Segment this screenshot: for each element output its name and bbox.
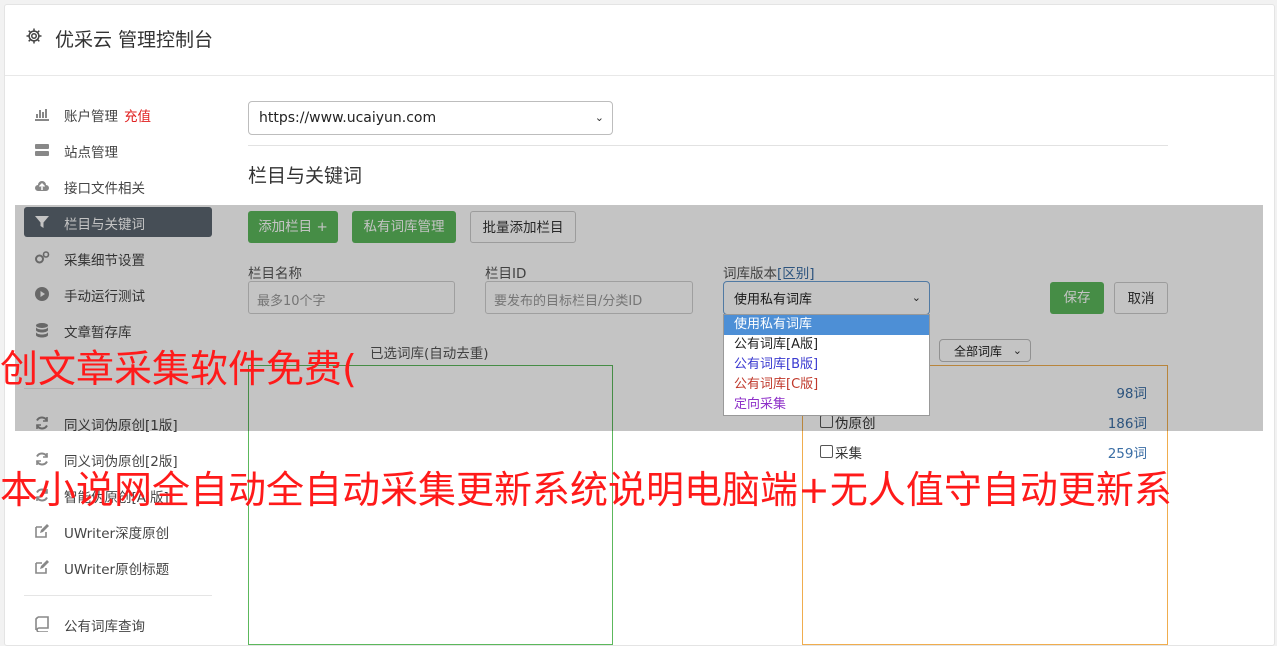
sidebar-item-uwriter-title[interactable]: UWriter原创标题 xyxy=(24,552,212,582)
page-title: 优采云 管理控制台 xyxy=(55,29,214,51)
sidebar-item-label: UWriter原创标题 xyxy=(64,562,170,578)
sidebar-item-label: 账户管理 xyxy=(64,109,118,125)
checkbox[interactable] xyxy=(820,445,833,458)
sidebar-item-label: 同义词伪原创[2版] xyxy=(64,454,178,470)
sidebar-item-label: 接口文件相关 xyxy=(64,181,145,197)
edit-icon xyxy=(34,523,50,539)
sidebar-item-public-lib-query[interactable]: 公有词库查询 xyxy=(24,609,212,639)
sidebar-divider xyxy=(24,595,212,596)
gear-icon xyxy=(26,28,42,44)
book-icon xyxy=(34,616,50,633)
sidebar-item-label: UWriter深度原创 xyxy=(64,526,170,542)
dropdown-option-public-c[interactable]: 公有词库[C版] xyxy=(724,375,929,395)
dropdown-option-directed[interactable]: 定向采集 xyxy=(724,395,929,415)
recharge-link[interactable]: 充值 xyxy=(124,109,151,125)
sidebar-item-label: 站点管理 xyxy=(64,145,118,161)
page-header: 优采云 管理控制台 xyxy=(5,5,1274,76)
list-item[interactable]: 采集 259词 xyxy=(803,442,1167,462)
bar-chart-icon xyxy=(34,106,50,122)
sidebar-item-interface-files[interactable]: 接口文件相关 xyxy=(24,171,212,201)
cloud-upload-icon xyxy=(34,178,50,194)
section-divider xyxy=(248,145,1168,146)
lib-version-dropdown[interactable]: 使用私有词库 公有词库[A版] 公有词库[B版] 公有词库[C版] 定向采集 xyxy=(723,314,930,416)
sidebar-item-account[interactable]: 账户管理 充值 xyxy=(24,99,212,129)
refresh-icon xyxy=(34,451,50,467)
edit-icon xyxy=(34,559,50,575)
watermark-text: 创文章采集软件免费( xyxy=(0,347,357,391)
dropdown-option-public-b[interactable]: 公有词库[B版] xyxy=(724,355,929,375)
section-title: 栏目与关键词 xyxy=(248,165,363,187)
dropdown-option-private[interactable]: 使用私有词库 xyxy=(724,315,929,335)
watermark-text: 本小说网全自动全自动采集更新系统说明电脑端+无人值守自动更新系 xyxy=(0,468,1172,512)
screen-overlay xyxy=(15,205,1263,431)
site-select[interactable]: https://www.ucaiyun.com ⌄ xyxy=(248,101,613,135)
sidebar-item-label: 公有词库查询 xyxy=(64,619,145,635)
chevron-down-icon: ⌄ xyxy=(594,110,604,124)
server-icon xyxy=(34,142,50,158)
sidebar-item-sites[interactable]: 站点管理 xyxy=(24,135,212,165)
dropdown-option-public-a[interactable]: 公有词库[A版] xyxy=(724,335,929,355)
sidebar-item-uwriter-deep[interactable]: UWriter深度原创 xyxy=(24,516,212,546)
